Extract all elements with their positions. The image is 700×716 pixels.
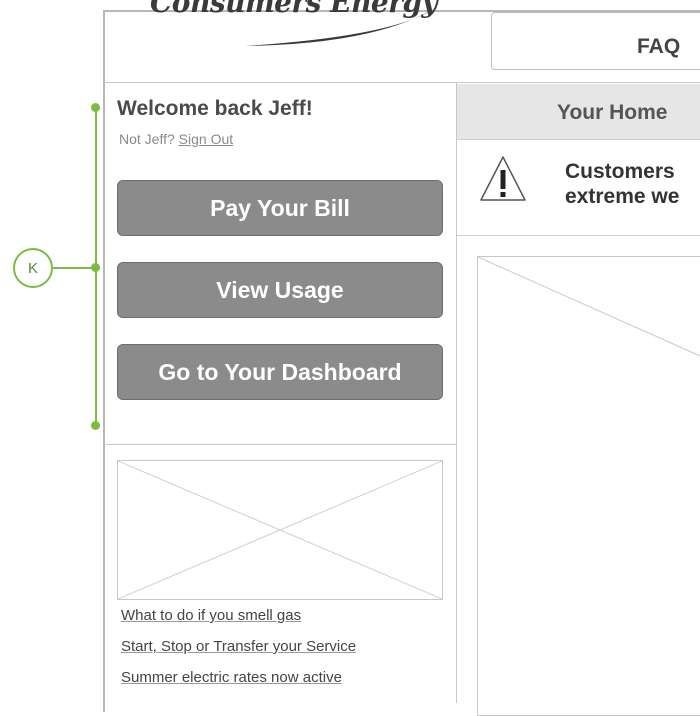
alert-line-2: extreme we [565, 185, 680, 208]
tab-faq[interactable]: FAQ [491, 12, 700, 70]
callout-top-dot [91, 103, 100, 112]
header-divider [104, 82, 700, 83]
link-summer-rates[interactable]: Summer electric rates now active [121, 669, 342, 686]
pay-your-bill-button[interactable]: Pay Your Bill [117, 180, 443, 236]
alert-line-1: Customers [565, 160, 675, 183]
tab-faq-label: FAQ [637, 35, 681, 58]
promo-image-placeholder [117, 460, 443, 600]
alert-banner: Customers extreme we [457, 140, 700, 236]
callout-marker: K [13, 248, 53, 288]
your-home-title: Your Home [557, 101, 668, 124]
not-user-text: Not Jeff? [119, 131, 175, 147]
not-user-prompt: Not Jeff? Sign Out [119, 131, 233, 147]
your-home-header: Your Home [457, 84, 700, 140]
go-to-dashboard-button[interactable]: Go to Your Dashboard [117, 344, 443, 400]
sidebar-divider [104, 444, 456, 445]
view-usage-button[interactable]: View Usage [117, 262, 443, 318]
consumers-energy-logo[interactable]: Consumers Energy [145, 0, 445, 52]
sign-out-link[interactable]: Sign Out [179, 131, 233, 147]
placeholder-cross-icon [118, 461, 442, 599]
logo-swoosh-icon [245, 8, 435, 46]
link-smell-gas[interactable]: What to do if you smell gas [121, 607, 301, 624]
callout-middle-dot [91, 263, 100, 272]
welcome-message: Welcome back Jeff! [117, 97, 313, 120]
link-transfer-service[interactable]: Start, Stop or Transfer your Service [121, 638, 356, 655]
alert-message: Customers extreme we [565, 159, 679, 209]
warning-icon [480, 156, 526, 201]
placeholder-cross-icon [478, 257, 700, 357]
main-image-placeholder [477, 256, 700, 716]
callout-bottom-dot [91, 421, 100, 430]
callout-connector-line [53, 267, 95, 269]
